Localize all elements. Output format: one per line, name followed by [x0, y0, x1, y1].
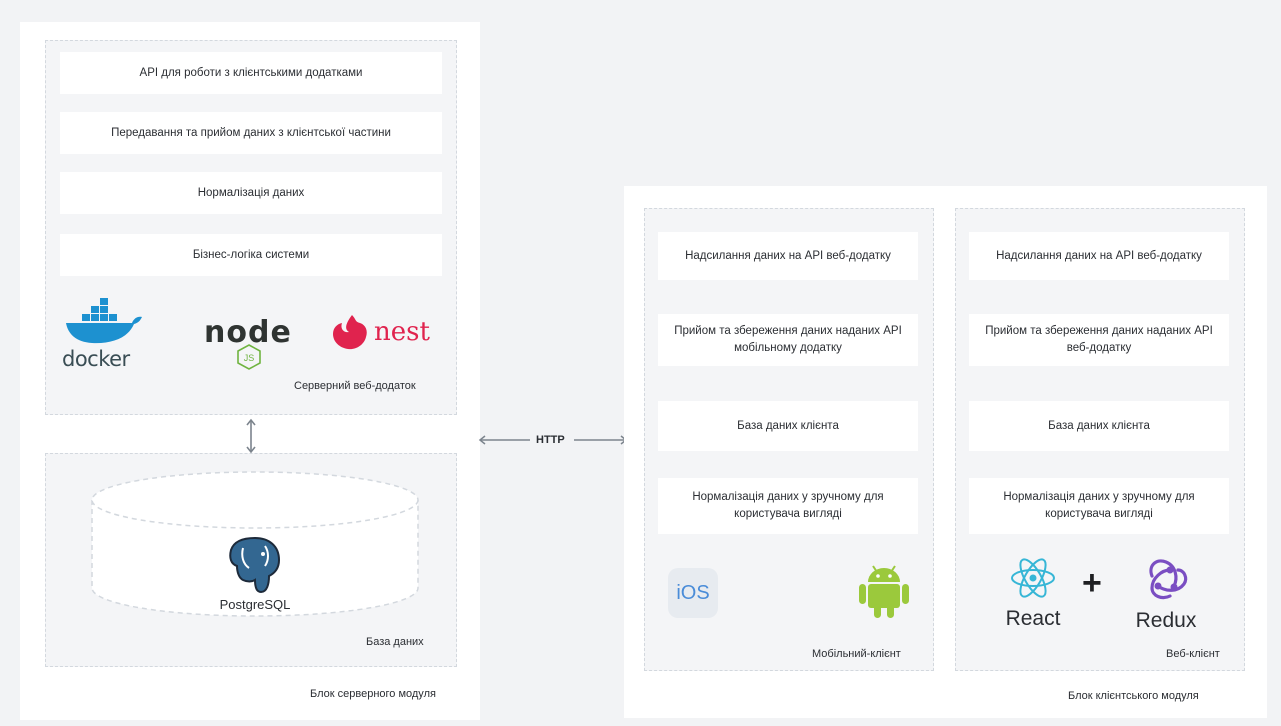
server-card-transfer: Передавання та прийом даних з клієнтсько… — [60, 112, 442, 154]
docker-logo: docker — [62, 298, 146, 371]
server-card-business-logic: Бізнес-логіка системи — [60, 234, 442, 276]
redux-logo: Redux — [1126, 556, 1206, 636]
plus-icon: + — [1082, 564, 1102, 602]
postgres-wordmark: PostgreSQL — [219, 597, 291, 612]
mobile-client-title: Мобільний-клієнт — [812, 648, 901, 660]
docker-wordmark: docker — [62, 347, 130, 371]
docker-whale-icon — [66, 298, 142, 344]
ios-wordmark: iOS — [676, 581, 710, 604]
mobile-card-client-db: База даних клієнта — [658, 401, 918, 451]
web-client-title: Веб-клієнт — [1166, 648, 1220, 660]
android-icon — [859, 565, 909, 618]
mobile-card-normalization: Нормалізація даних у зручному для корист… — [658, 478, 918, 534]
database-title: База даних — [366, 636, 424, 648]
server-card-normalization: Нормалізація даних — [60, 172, 442, 214]
nest-cat-icon — [333, 315, 367, 350]
mobile-card-receive: Прийом та збереження даних наданих API м… — [658, 314, 918, 366]
redux-wordmark: Redux — [1135, 609, 1197, 632]
web-card-send: Надсилання даних на API веб-додатку — [969, 232, 1229, 280]
server-db-arrow — [246, 418, 256, 454]
postgres-logo: PostgreSQL — [210, 534, 300, 614]
mobile-card-send: Надсилання даних на API веб-додатку — [658, 232, 918, 280]
server-module-title: Блок серверного модуля — [310, 688, 436, 700]
node-js-hexagon-icon: JS — [237, 344, 261, 370]
node-logo: node JS — [204, 318, 300, 374]
postgres-elephant-icon — [229, 536, 281, 594]
server-web-app-title: Серверний веб-додаток — [294, 380, 416, 392]
web-card-receive: Прийом та збереження даних наданих API в… — [969, 314, 1229, 366]
server-card-api: API для роботи з клієнтськими додатками — [60, 52, 442, 94]
react-logo: React — [998, 556, 1068, 636]
client-module-title: Блок клієнтського модуля — [1068, 690, 1199, 702]
http-label: HTTP — [536, 434, 565, 446]
react-wordmark: React — [1005, 607, 1061, 630]
nest-logo: nest — [330, 312, 440, 352]
react-atom-icon — [1011, 558, 1055, 598]
redux-icon — [1149, 559, 1188, 600]
svg-text:JS: JS — [244, 353, 255, 363]
nest-wordmark: nest — [374, 317, 430, 347]
ios-logo: iOS — [668, 568, 718, 618]
web-card-client-db: База даних клієнта — [969, 401, 1229, 451]
web-card-normalization: Нормалізація даних у зручному для корист… — [969, 478, 1229, 534]
